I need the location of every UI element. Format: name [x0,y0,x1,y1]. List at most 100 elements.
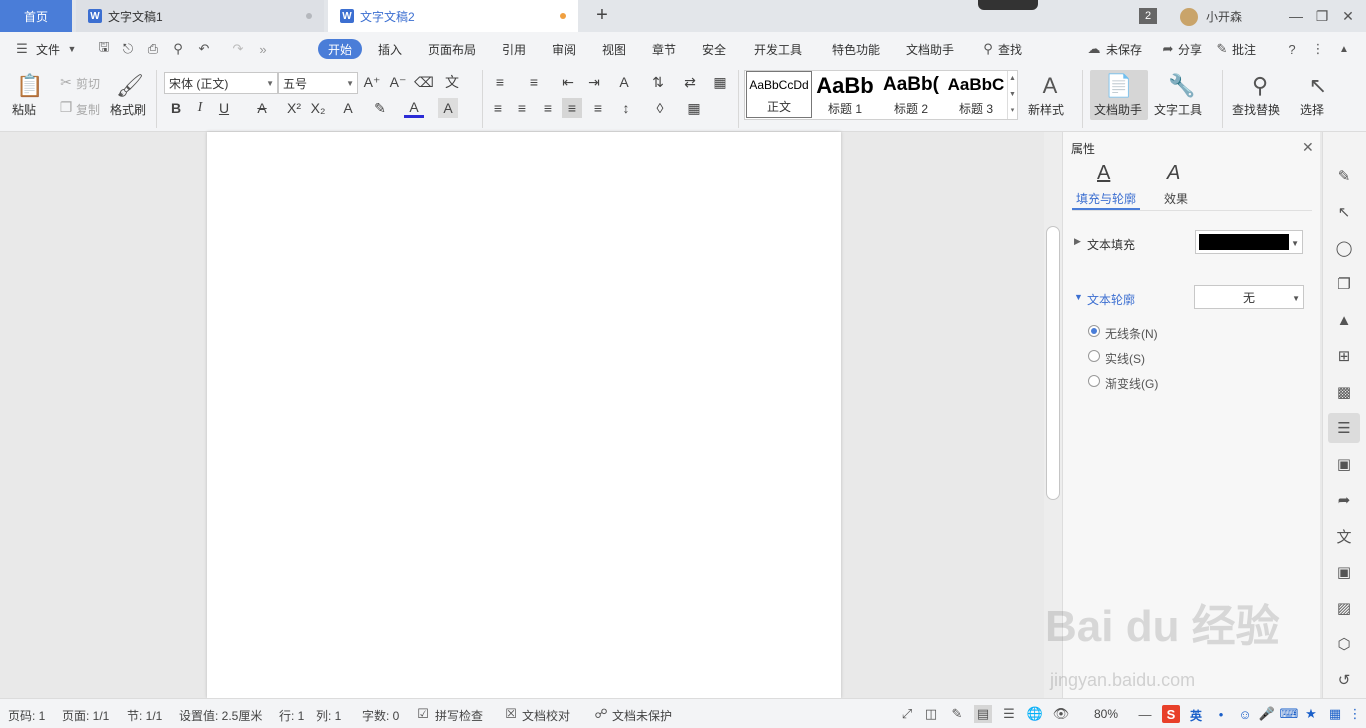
search-icon[interactable]: ⚲ [980,41,996,57]
gradient-line-label[interactable]: 渐变线(G) [1105,375,1158,392]
grid-icon[interactable]: ⊞ [1334,346,1354,366]
collapse-triangle-icon[interactable]: ▼ [1074,292,1083,302]
align-left-icon[interactable]: ≡ [488,98,508,118]
edit-mode-icon[interactable]: ✎ [948,705,966,723]
panel-title[interactable]: 属性 [1071,140,1095,157]
shapes-icon[interactable]: ❐ [1334,274,1354,294]
cursor-icon[interactable]: ↖ [1334,202,1354,222]
font-name-select[interactable]: 宋体 (正文) ▼ [164,72,278,94]
style-heading-1[interactable]: AaBb 标题 1 [812,71,878,119]
spell-check-button[interactable]: 拼写检查 [435,707,483,724]
select-cursor-icon[interactable]: ↖ [1304,72,1332,100]
archive-icon[interactable]: ▣ [1334,562,1354,582]
font-grow-icon[interactable]: A⁺ [362,72,382,92]
translate-icon[interactable]: 文 [1334,526,1354,546]
web-view-icon[interactable]: 🌐 [1026,705,1044,723]
effect-icon[interactable]: A [1167,162,1180,185]
menu-review[interactable]: 审阅 [552,41,576,58]
font-shrink-icon[interactable]: A⁻ [388,72,408,92]
menu-references[interactable]: 引用 [502,41,526,58]
keyboard-icon[interactable]: ⌨ [1280,705,1299,723]
tab-effects[interactable]: 效果 [1164,190,1188,207]
radio-gradient-line[interactable] [1088,375,1100,387]
text-direction-icon[interactable]: A [614,72,634,92]
minimize-icon[interactable]: — [1286,6,1306,26]
toolbox-icon[interactable]: ▦ [1326,705,1344,723]
undo-icon[interactable]: ↶ [196,41,212,57]
shield-icon[interactable]: ☍ [592,705,610,723]
hexagon-icon[interactable]: ⬡ [1334,634,1354,654]
collapse-ribbon-icon[interactable]: ▲ [1336,41,1352,57]
tab-home[interactable]: 首页 [0,0,72,32]
page-view-icon[interactable]: ▤ [974,705,992,723]
text-fill-label[interactable]: 文本填充 [1087,236,1135,253]
font-size-select[interactable]: 五号 ▼ [278,72,358,94]
status-page-number[interactable]: 页码: 1 [8,707,45,724]
menu-developer[interactable]: 开发工具 [754,41,802,58]
more-icon[interactable]: ⋮ [1346,705,1364,723]
doc-tab-2[interactable]: W 文字文稿2 [328,0,578,32]
more-options-icon[interactable]: ⋮ [1310,41,1326,57]
format-painter-button[interactable]: 格式刷 [110,101,146,118]
new-style-icon[interactable]: A [1036,72,1064,100]
avatar[interactable] [1180,8,1198,26]
sort-icon[interactable]: ⇅ [648,72,668,92]
ime-language[interactable]: 英 [1190,707,1202,724]
history-icon[interactable]: ↺ [1334,670,1354,690]
select-button[interactable]: 选择 [1300,101,1324,118]
save-icon[interactable]: 🖫 [96,39,112,57]
menu-insert[interactable]: 插入 [378,41,402,58]
wrench-icon[interactable]: 🔧 [1168,72,1196,100]
menu-security[interactable]: 安全 [702,41,726,58]
outline-view-icon[interactable]: ☰ [1000,705,1018,723]
align-center-icon[interactable]: ≡ [512,98,532,118]
doc-tab-1[interactable]: W 文字文稿1 [76,0,324,32]
doc-assistant-icon[interactable]: 📄 [1105,72,1133,100]
menu-view[interactable]: 视图 [602,41,626,58]
emoji-icon[interactable]: ☺ [1236,705,1254,723]
zoom-out-icon[interactable]: — [1136,705,1154,723]
restore-icon[interactable]: ❐ [1312,6,1332,26]
outline-select[interactable]: 无 ▼ [1194,285,1304,309]
window-count-badge[interactable]: 2 [1139,8,1157,24]
font-color-icon[interactable]: A [404,98,424,118]
document-page[interactable] [207,132,841,698]
status-setting[interactable]: 设置值: 2.5厘米 [179,707,262,724]
find-replace-icon[interactable]: ⚲ [1246,72,1274,100]
style-heading-3[interactable]: AaBbC 标题 3 [943,71,1009,119]
phonetic-icon[interactable]: 文 [442,72,462,92]
menu-home[interactable]: 开始 [318,39,362,59]
unsaved-status[interactable]: 未保存 [1106,41,1142,58]
subscript-icon[interactable]: X₂ [308,98,328,118]
paste-button[interactable]: 粘贴 [12,101,36,118]
reading-mode-icon[interactable]: ◫ [922,705,940,723]
new-style-button[interactable]: 新样式 [1028,101,1064,118]
format-painter-icon[interactable]: 🖌 [116,72,144,100]
text-outline-label[interactable]: 文本轮廓 [1087,291,1135,308]
clear-format-icon[interactable]: ⌫ [414,72,434,92]
find-replace-button[interactable]: 查找替换 [1232,101,1280,118]
indent-icon[interactable]: ⇥ [584,72,604,92]
char-shading-icon[interactable]: A [438,98,458,118]
export-icon[interactable]: ➦ [1334,490,1354,510]
radio-no-line[interactable] [1088,325,1100,337]
highlight-icon[interactable]: ✎ [370,98,390,118]
proofread-button[interactable]: 文档校对 [522,707,570,724]
justify-icon[interactable]: ≡ [562,98,582,118]
paragraph-spacing-icon[interactable]: ↕ [616,98,636,118]
help-icon[interactable]: ? [1284,41,1300,57]
number-list-icon[interactable]: ≡ [524,72,544,92]
distribute-icon[interactable]: ≡ [588,98,608,118]
style-icon[interactable]: ▲ [1334,310,1354,330]
menu-page-layout[interactable]: 页面布局 [428,41,476,58]
status-section[interactable]: 节: 1/1 [127,707,162,724]
picture-icon[interactable]: ▨ [1334,598,1354,618]
fill-color-picker[interactable]: ▼ [1195,230,1303,254]
microphone-icon[interactable]: 🎤 [1258,705,1276,723]
menu-features[interactable]: 特色功能 [832,41,880,58]
spell-check-icon[interactable]: ☑ [414,705,432,723]
radio-solid-line[interactable] [1088,350,1100,362]
punctuation-icon[interactable]: • [1212,705,1230,723]
menu-search[interactable]: 查找 [998,41,1022,58]
pen-icon[interactable]: ✎ [1334,166,1354,186]
